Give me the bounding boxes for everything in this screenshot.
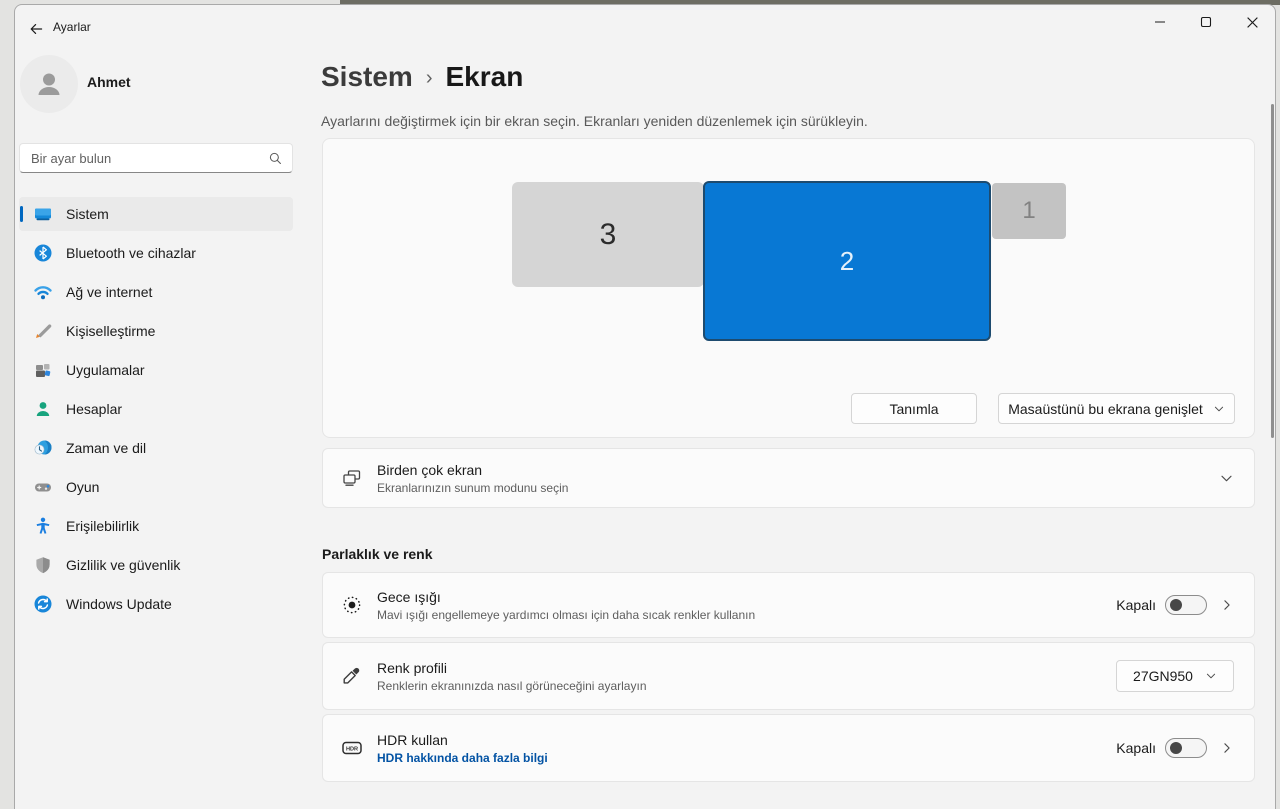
hdr-title: HDR kullan (377, 731, 448, 748)
page-title: Ekran (445, 61, 524, 92)
sidebar-item-accessibility[interactable]: Erişilebilirlik (19, 509, 293, 543)
back-arrow-icon (30, 24, 43, 34)
night-light-icon (340, 593, 364, 617)
night-light-status: Kapalı (1116, 597, 1156, 613)
app-title: Ayarlar (53, 20, 91, 34)
sidebar-item-label: Bluetooth ve cihazlar (66, 245, 196, 261)
chevron-right-icon[interactable] (1220, 741, 1234, 755)
color-profile-title: Renk profili (377, 659, 448, 676)
monitor-1[interactable]: 1 (992, 183, 1066, 239)
hdr-learn-more-link[interactable]: HDR hakkında daha fazla bilgi (377, 751, 548, 765)
user-icon (38, 73, 60, 95)
close-button[interactable] (1229, 5, 1275, 39)
multiple-displays-row[interactable]: Birden çok ekran Ekranlarınızın sunum mo… (322, 448, 1255, 508)
multiple-displays-title: Birden çok ekran (377, 461, 483, 478)
display-mode-dropdown[interactable]: Masaüstünü bu ekrana genişlet (998, 393, 1235, 424)
color-profile-icon (340, 664, 364, 688)
maximize-icon (1200, 16, 1212, 28)
color-profile-value: 27GN950 (1133, 668, 1193, 684)
personalization-icon (33, 321, 53, 341)
sidebar-item-privacy[interactable]: Gizlilik ve güvenlik (19, 548, 293, 582)
monitor-1-label: 1 (1022, 197, 1036, 224)
system-icon (33, 204, 53, 224)
time-language-icon (33, 438, 53, 458)
accounts-icon (33, 399, 53, 419)
sidebar-item-bluetooth[interactable]: Bluetooth ve cihazlar (19, 236, 293, 270)
hdr-status: Kapalı (1116, 740, 1156, 756)
search-box (19, 143, 293, 173)
sidebar-item-label: Kişiselleştirme (66, 323, 156, 339)
settings-window: Ayarlar Ahmet Bir ayar bulun Sistem Blue… (14, 4, 1276, 809)
multiple-displays-subtitle: Ekranlarınızın sunum modunu seçin (377, 480, 569, 495)
bluetooth-icon (33, 243, 53, 263)
sidebar-item-personalization[interactable]: Kişiselleştirme (19, 314, 293, 348)
monitor-3-label: 3 (599, 217, 617, 251)
display-mode-label: Masaüstünü bu ekrana genişlet (1008, 400, 1203, 417)
chevron-down-icon[interactable] (1219, 471, 1234, 486)
back-button[interactable] (21, 15, 51, 43)
color-profile-subtitle: Renklerin ekranınızda nasıl görüneceğini… (377, 678, 647, 693)
night-light-subtitle: Mavi ışığı engellemeye yardımcı olması i… (377, 607, 756, 622)
monitor-2-label: 2 (839, 245, 855, 276)
chevron-down-icon (1206, 673, 1216, 679)
sidebar-item-label: Ağ ve internet (66, 284, 153, 300)
network-icon (33, 282, 53, 302)
selected-accent-bar (20, 206, 23, 222)
multiple-displays-icon (340, 466, 364, 490)
sidebar-item-apps[interactable]: Uygulamalar (19, 353, 293, 387)
windows-update-icon (33, 594, 53, 614)
night-light-title: Gece ışığı (377, 588, 441, 605)
monitor-3[interactable]: 3 (512, 182, 704, 287)
accessibility-icon (33, 516, 53, 536)
monitor-2-selected[interactable]: 2 (703, 181, 991, 341)
color-profile-row: Renk profili Renklerin ekranınızda nasıl… (322, 642, 1255, 710)
maximize-button[interactable] (1183, 5, 1229, 39)
avatar[interactable] (20, 55, 78, 113)
sidebar-item-label: Windows Update (66, 596, 172, 612)
search-input[interactable] (20, 150, 268, 166)
minimize-button[interactable] (1137, 5, 1183, 39)
vertical-scrollbar[interactable] (1271, 104, 1274, 438)
toggle-knob (1170, 599, 1182, 611)
sidebar-item-label: Oyun (66, 479, 100, 495)
user-name: Ahmet (87, 74, 131, 90)
breadcrumb-parent[interactable]: Sistem (321, 61, 413, 93)
sidebar-item-accounts[interactable]: Hesaplar (19, 392, 293, 426)
night-light-row[interactable]: Gece ışığı Mavi ışığı engellemeye yardım… (322, 572, 1255, 638)
chevron-right-icon[interactable] (1220, 598, 1234, 612)
section-title: Parlaklık ve renk (322, 546, 433, 562)
chevron-down-icon (1214, 406, 1223, 411)
sidebar-item-system[interactable]: Sistem (19, 197, 293, 231)
gaming-icon (33, 477, 53, 497)
night-light-toggle[interactable] (1165, 595, 1207, 615)
sidebar-item-gaming[interactable]: Oyun (19, 470, 293, 504)
close-icon (1246, 16, 1258, 28)
sidebar-item-network[interactable]: Ağ ve internet (19, 275, 293, 309)
page-description: Ayarlarını değiştirmek için bir ekran se… (321, 113, 868, 129)
identify-button[interactable]: Tanımla (851, 393, 977, 424)
sidebar-item-label: Hesaplar (66, 401, 123, 417)
toggle-knob (1170, 742, 1182, 754)
sidebar-item-windows-update[interactable]: Windows Update (19, 587, 293, 621)
display-arrangement-panel: 3 2 1 Tanımla Masaüstünü bu ekrana geniş… (322, 138, 1255, 438)
apps-icon (33, 360, 53, 380)
sidebar-item-label: Erişilebilirlik (66, 518, 140, 534)
sidebar-item-label: Zaman ve dil (66, 440, 147, 456)
color-profile-dropdown[interactable]: 27GN950 (1116, 660, 1234, 692)
minimize-icon (1155, 21, 1165, 23)
hdr-row[interactable]: HDR HDR kullan HDR hakkında daha fazla b… (322, 714, 1255, 782)
window-controls (1137, 5, 1275, 39)
sidebar-item-label: Gizlilik ve güvenlik (66, 557, 181, 573)
sidebar-item-label: Uygulamalar (66, 362, 145, 378)
breadcrumb-separator-icon: › (425, 67, 433, 89)
svg-text:HDR: HDR (346, 746, 358, 752)
hdr-toggle[interactable] (1165, 738, 1207, 758)
search-icon[interactable] (268, 151, 283, 166)
breadcrumb: Sistem › Ekran (321, 61, 523, 93)
hdr-icon: HDR (340, 736, 364, 760)
sidebar-item-label: Sistem (66, 206, 109, 222)
privacy-icon (33, 555, 53, 575)
sidebar-item-time-language[interactable]: Zaman ve dil (19, 431, 293, 465)
